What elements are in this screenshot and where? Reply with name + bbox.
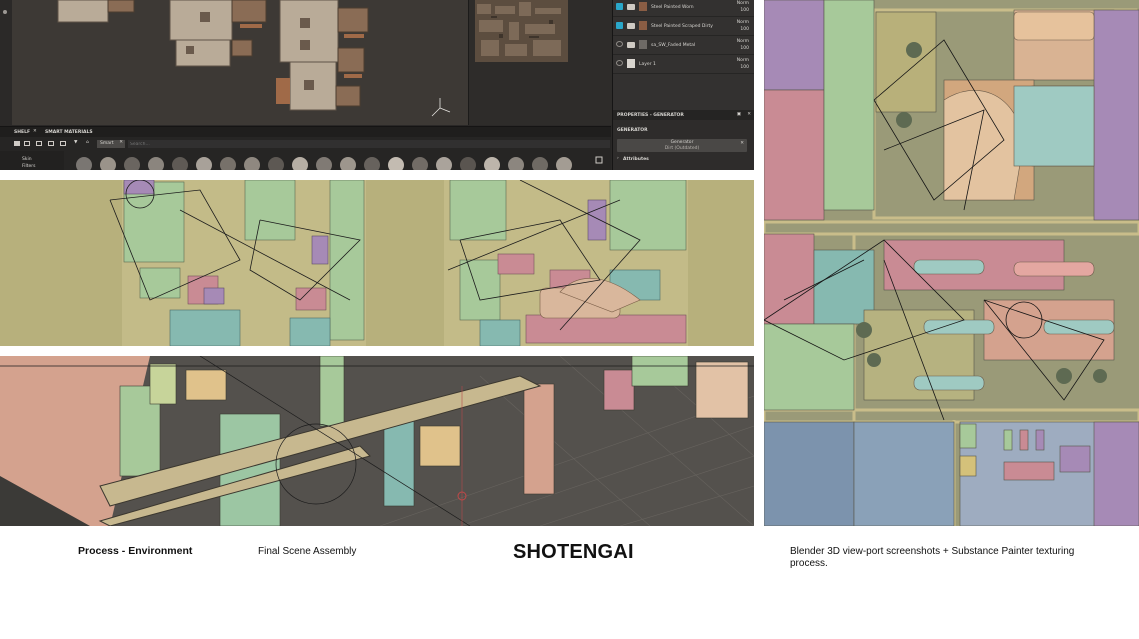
shelf-search-input[interactable] bbox=[128, 140, 610, 148]
properties-panel-title: PROPERTIES - GENERATOR bbox=[617, 113, 684, 118]
shelf-categories: Skin Filters bbox=[0, 151, 64, 170]
3d-viewport[interactable] bbox=[0, 0, 468, 125]
category-skin[interactable]: Skin bbox=[22, 157, 32, 162]
blend-mode[interactable]: Norm bbox=[737, 39, 749, 44]
layer-opacity[interactable]: 100 bbox=[740, 65, 749, 70]
substance-painter-screenshot: Steel Painted Worn Norm 100 Steel Painted… bbox=[0, 0, 754, 170]
blender-3d-scene-viewport[interactable] bbox=[0, 356, 754, 526]
texture-atlas-preview bbox=[469, 0, 612, 125]
visibility-eye-icon[interactable] bbox=[616, 60, 623, 66]
layer-row[interactable]: Layer 1 Norm 100 bbox=[613, 55, 754, 74]
filter-icon[interactable]: ▼ bbox=[74, 140, 77, 145]
layer-name: Steel Painted Scraped Dirty bbox=[651, 24, 713, 29]
blend-mode[interactable]: Norm bbox=[737, 20, 749, 25]
tab-smart-materials[interactable]: SMART MATERIALS bbox=[45, 130, 93, 135]
shelf-panel: SHELF ✕ SMART MATERIALS ▼ ⌂ Smart ✕ Skin… bbox=[0, 126, 611, 170]
folder-icon bbox=[627, 4, 635, 10]
generator-section-label: GENERATOR bbox=[617, 128, 648, 133]
blend-mode[interactable]: Norm bbox=[737, 58, 749, 63]
uv-atlas-render bbox=[764, 0, 1139, 526]
section-label: Process - Environment bbox=[78, 545, 193, 557]
visibility-eye-icon[interactable] bbox=[616, 22, 623, 29]
category-filters[interactable]: Filters bbox=[22, 164, 36, 169]
blend-mode[interactable]: Norm bbox=[737, 1, 749, 6]
properties-panel: PROPERTIES - GENERATOR ▣ ✕ GENERATOR Gen… bbox=[612, 110, 754, 170]
description: Blender 3D view-port screenshots + Subst… bbox=[790, 546, 1075, 569]
layer-opacity[interactable]: 100 bbox=[740, 27, 749, 32]
layer-thumbnail bbox=[639, 2, 647, 11]
search-chip-label: Smart bbox=[100, 141, 114, 146]
uv-layout-render bbox=[0, 180, 754, 346]
grid-view-icon bbox=[595, 156, 603, 164]
layer-name: Layer 1 bbox=[639, 62, 656, 67]
folder-icon[interactable] bbox=[14, 141, 20, 146]
building-model-render bbox=[0, 0, 468, 125]
close-icon[interactable]: ✕ bbox=[119, 140, 123, 145]
visibility-eye-icon[interactable] bbox=[616, 41, 623, 47]
layer-name: Steel Painted Worn bbox=[651, 5, 694, 10]
layer-row[interactable]: Steel Painted Worn Norm 100 bbox=[613, 0, 754, 17]
import-icon[interactable] bbox=[60, 141, 66, 146]
tab-shelf[interactable]: SHELF bbox=[14, 130, 30, 135]
generator-label: Generator bbox=[670, 140, 694, 145]
layer-name: sa_SW_Faded Metal bbox=[651, 43, 696, 48]
generator-selector[interactable]: Generator Dirt (Outdated) ✕ bbox=[617, 139, 747, 152]
2d-texture-view[interactable] bbox=[468, 0, 612, 125]
material-thumbnails[interactable] bbox=[64, 151, 611, 170]
layer-row[interactable]: Steel Painted Scraped Dirty Norm 100 bbox=[613, 17, 754, 36]
project-title: SHOTENGAI bbox=[513, 541, 634, 563]
layer-thumbnail bbox=[639, 21, 647, 30]
export-icon[interactable] bbox=[48, 141, 54, 146]
layer-opacity[interactable]: 100 bbox=[740, 46, 749, 51]
close-icon[interactable]: ✕ bbox=[747, 112, 751, 117]
chevron-right-icon[interactable]: › bbox=[617, 156, 619, 161]
folder-icon bbox=[627, 42, 635, 48]
scene-assembly-render bbox=[0, 356, 754, 526]
blender-uv-viewport[interactable] bbox=[0, 180, 754, 346]
grid-icon[interactable] bbox=[36, 141, 42, 146]
attributes-section[interactable]: Attributes bbox=[623, 157, 649, 162]
blender-uv-editor-large[interactable] bbox=[764, 0, 1139, 526]
subtitle: Final Scene Assembly bbox=[258, 546, 357, 557]
layer-thumbnail bbox=[627, 59, 635, 68]
visibility-eye-icon[interactable] bbox=[616, 3, 623, 10]
folder-icon bbox=[627, 23, 635, 29]
search-filter-chip[interactable]: Smart ✕ bbox=[97, 140, 125, 148]
new-icon[interactable] bbox=[24, 141, 30, 146]
layer-opacity[interactable]: 100 bbox=[740, 8, 749, 13]
close-icon[interactable]: ✕ bbox=[33, 129, 37, 134]
clear-icon[interactable]: ✕ bbox=[740, 141, 744, 146]
layer-thumbnail bbox=[639, 40, 647, 49]
generator-value: Dirt (Outdated) bbox=[664, 146, 700, 151]
bookmark-icon[interactable]: ⌂ bbox=[86, 140, 89, 145]
layer-row[interactable]: sa_SW_Faded Metal Norm 100 bbox=[613, 36, 754, 55]
layers-panel: Steel Painted Worn Norm 100 Steel Painted… bbox=[612, 0, 754, 110]
pin-icon[interactable]: ▣ bbox=[737, 112, 741, 117]
shelf-toolbar: ▼ ⌂ bbox=[14, 140, 94, 148]
